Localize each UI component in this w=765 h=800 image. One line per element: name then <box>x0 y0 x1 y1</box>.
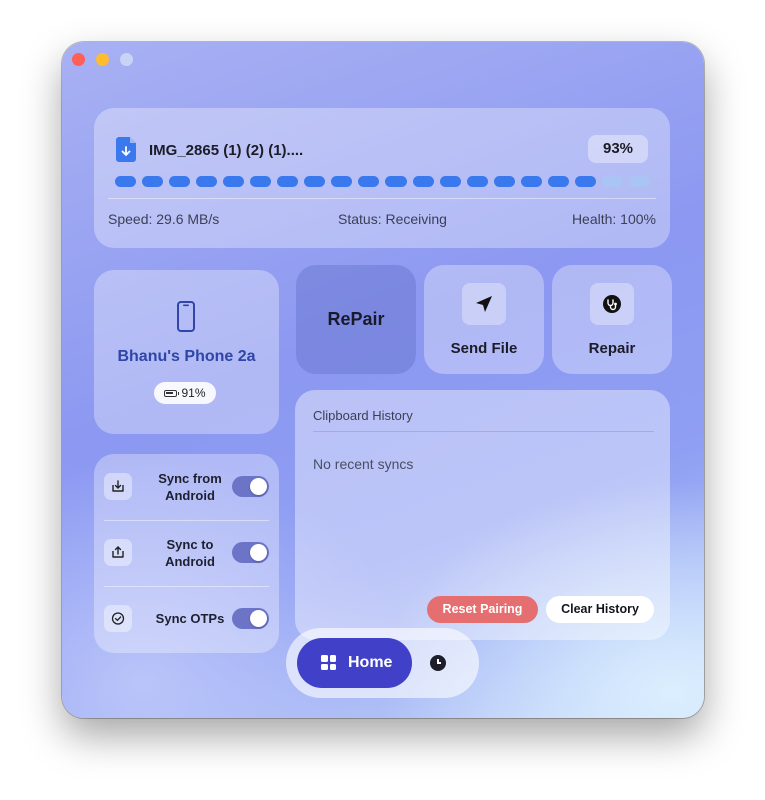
sync-row-from-android: Sync from Android <box>104 454 269 520</box>
battery-level: 91% <box>181 386 206 400</box>
file-download-icon <box>116 137 136 162</box>
send-file-label: Send File <box>450 340 518 357</box>
progress-segment <box>601 176 623 187</box>
download-tray-icon <box>104 473 132 500</box>
upload-tray-icon <box>104 539 132 566</box>
progress-segment <box>493 176 515 187</box>
device-card[interactable]: Bhanu's Phone 2a 91% <box>94 270 279 434</box>
window-close-button[interactable] <box>72 53 85 66</box>
progress-segment <box>304 176 326 187</box>
divider <box>108 198 656 199</box>
battery-icon <box>164 389 180 397</box>
battery-badge: 91% <box>154 382 216 404</box>
send-file-button[interactable]: Send File <box>424 265 544 374</box>
progress-segment <box>223 176 245 187</box>
progress-segment <box>412 176 434 187</box>
clipboard-history-card: Clipboard History No recent syncs Reset … <box>295 390 670 640</box>
sync-to-android-toggle[interactable] <box>232 542 269 563</box>
progress-segment <box>331 176 353 187</box>
repair-label: Repair <box>588 340 636 357</box>
stethoscope-icon <box>603 295 621 313</box>
repair-button[interactable]: Repair <box>552 265 672 374</box>
sync-otps-toggle[interactable] <box>232 608 269 629</box>
transfer-card: IMG_2865 (1) (2) (1).... 93% Speed: 29.6… <box>94 108 670 248</box>
progress-segment <box>196 176 218 187</box>
progress-segment <box>358 176 380 187</box>
nav-home-label: Home <box>348 654 393 671</box>
sync-row-to-android: Sync to Android <box>104 520 269 586</box>
nav-home-button[interactable]: Home <box>297 638 412 688</box>
clock-icon[interactable] <box>430 655 446 671</box>
speed-stat: Speed: 29.6 MB/s <box>108 211 220 227</box>
send-icon-box <box>462 283 506 325</box>
progress-bar <box>115 176 650 187</box>
progress-segment <box>547 176 569 187</box>
divider <box>313 431 654 432</box>
toggle-knob <box>250 544 267 561</box>
progress-segment <box>250 176 272 187</box>
health-stat: Health: 100% <box>571 211 656 227</box>
reset-pairing-button[interactable]: Reset Pairing <box>427 596 538 623</box>
progress-segment <box>574 176 596 187</box>
repair-icon-box <box>590 283 634 325</box>
clipboard-empty-text: No recent syncs <box>313 456 414 472</box>
sync-from-android-label: Sync from Android <box>158 471 222 503</box>
progress-segment <box>628 176 650 187</box>
window-maximize-button[interactable] <box>120 53 133 66</box>
window-minimize-button[interactable] <box>96 53 109 66</box>
sync-row-otps: Sync OTPs <box>104 586 269 652</box>
bottom-nav: Home <box>286 628 479 698</box>
toggle-knob <box>250 610 267 627</box>
clear-history-button[interactable]: Clear History <box>546 596 654 623</box>
sync-from-android-toggle[interactable] <box>232 476 269 497</box>
progress-segment <box>169 176 191 187</box>
device-name: Bhanu's Phone 2a <box>117 348 256 365</box>
sync-to-android-label: Sync to Android <box>165 537 215 569</box>
brand-title: RePair <box>327 309 385 329</box>
status-stat: Status: Receiving <box>338 211 447 227</box>
progress-segment <box>277 176 299 187</box>
progress-segment <box>439 176 461 187</box>
progress-segment <box>520 176 542 187</box>
progress-segment <box>115 176 137 187</box>
sync-settings-card: Sync from Android Sync to Android Sync O… <box>94 454 279 653</box>
app-window: IMG_2865 (1) (2) (1).... 93% Speed: 29.6… <box>62 42 704 718</box>
check-badge-icon <box>104 605 132 632</box>
brand-tile: RePair <box>296 265 416 374</box>
progress-segment <box>385 176 407 187</box>
phone-icon <box>177 301 195 332</box>
toggle-knob <box>250 478 267 495</box>
grid-icon <box>321 655 336 670</box>
clipboard-title: Clipboard History <box>313 408 413 423</box>
progress-segment <box>142 176 164 187</box>
paper-plane-icon <box>476 296 492 312</box>
file-name: IMG_2865 (1) (2) (1).... <box>149 142 304 159</box>
progress-percent: 93% <box>588 135 648 163</box>
progress-segment <box>466 176 488 187</box>
sync-otps-label: Sync OTPs <box>155 611 225 626</box>
